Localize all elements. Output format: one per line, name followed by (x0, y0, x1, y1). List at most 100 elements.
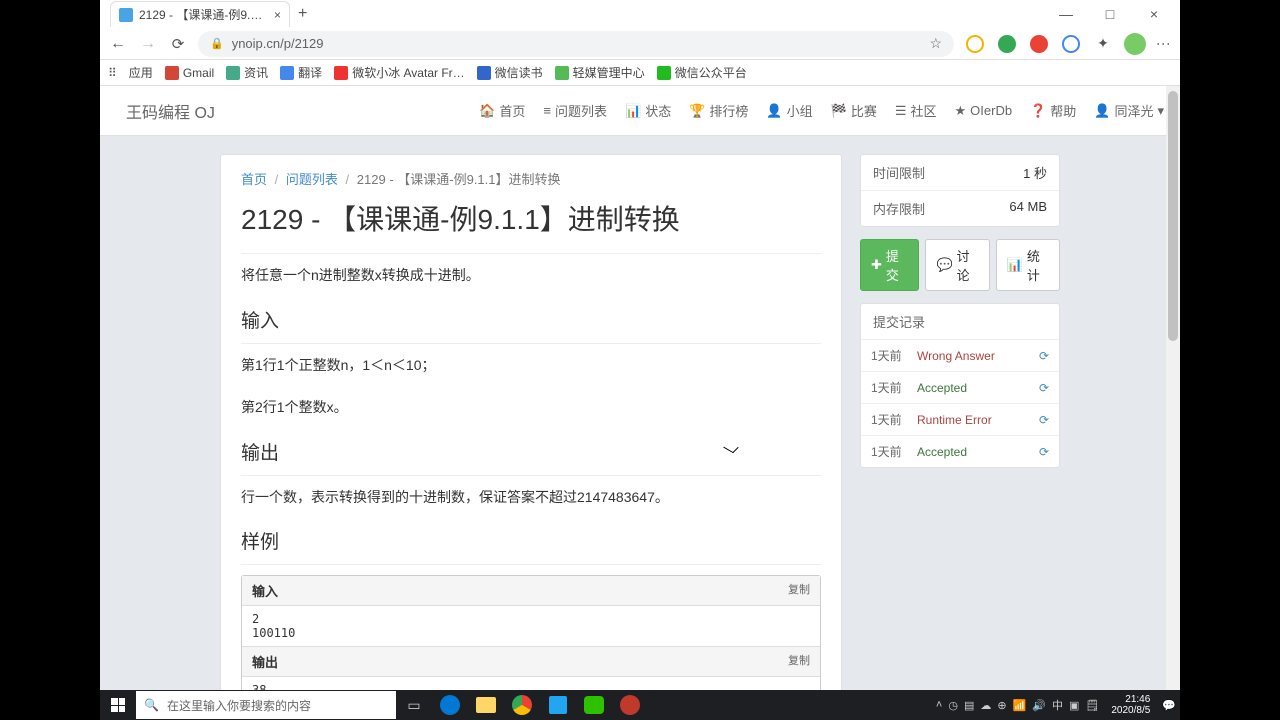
bookmark-item[interactable]: 资讯 (226, 64, 268, 81)
submission-row[interactable]: 1天前 Accepted ⟳ (861, 372, 1059, 404)
tray-icon[interactable]: ☁ (980, 699, 991, 712)
copy-input-button[interactable]: 复制 (788, 581, 810, 600)
refresh-icon[interactable]: ⟳ (1039, 381, 1049, 395)
bookmark-item[interactable]: 应用 (129, 64, 153, 81)
tab-title: 2129 - 【课课通-例9.1.1】进制… (139, 6, 266, 23)
apps-icon[interactable]: ⠿ (108, 66, 117, 80)
taskbar-clock[interactable]: 21:46 2020/8/5 (1105, 694, 1156, 716)
taskbar-vscode-icon[interactable] (540, 690, 576, 720)
breadcrumb-current: 2129 - 【课课通-例9.1.1】进制转换 (357, 172, 561, 187)
tray-icon[interactable]: ▣ (1069, 699, 1079, 712)
extension-icon-1[interactable] (964, 33, 986, 55)
tray-wifi-icon[interactable]: 📶 (1013, 699, 1027, 712)
bookmark-star-icon[interactable]: ☆ (929, 35, 942, 52)
taskbar-search[interactable]: 🔍在这里输入你要搜索的内容 (136, 691, 396, 719)
nav-problems[interactable]: ≡ 问题列表 (543, 101, 607, 120)
bookmark-item[interactable]: 微信公众平台 (657, 64, 747, 81)
reload-button[interactable]: ⟳ (168, 35, 188, 53)
bookmark-item[interactable]: 轻媒管理中心 (555, 64, 645, 81)
profile-avatar[interactable] (1124, 33, 1146, 55)
input-text-1: 第1行1个正整数n，1＜n＜10； (241, 354, 821, 378)
window-maximize-button[interactable]: □ (1088, 6, 1132, 22)
page-viewport: 王码编程 OJ 🏠 首页 ≡ 问题列表 📊 状态 🏆 排行榜 👤 小组 🏁 比赛… (100, 86, 1180, 720)
submission-row[interactable]: 1天前Runtime Error⟳ (861, 404, 1059, 436)
tray-icon[interactable]: ▤ (964, 699, 974, 712)
tab-favicon (119, 8, 133, 22)
stats-button[interactable]: 📊 统计 (996, 239, 1060, 291)
task-view-icon[interactable]: ▭ (396, 690, 432, 720)
nav-rank[interactable]: 🏆 排行榜 (689, 101, 748, 120)
sample-output-label: 输出 (252, 652, 278, 671)
refresh-icon[interactable]: ⟳ (1039, 413, 1049, 427)
extension-icon-2[interactable] (996, 33, 1018, 55)
bookmark-item[interactable]: 微信读书 (477, 64, 543, 81)
tray-notifications-icon[interactable]: 💬 (1162, 699, 1176, 712)
nav-user[interactable]: 👤 同泽光 ▾ (1094, 101, 1164, 120)
submission-status: Accepted (917, 381, 1031, 395)
tray-up-icon[interactable]: ˄ (936, 699, 942, 711)
side-panel: 时间限制1 秒 内存限制64 MB ✚ 提交 💬 讨论 📊 统计 提交记录 1天… (860, 154, 1060, 720)
start-button[interactable] (100, 690, 136, 720)
taskbar-wechat-icon[interactable] (576, 690, 612, 720)
taskbar-app-icon[interactable] (612, 690, 648, 720)
limit-time-label: 时间限制 (873, 163, 1023, 182)
submit-button[interactable]: ✚ 提交 (860, 239, 919, 291)
nav-status[interactable]: 📊 状态 (625, 101, 671, 120)
refresh-icon[interactable]: ⟳ (1039, 445, 1049, 459)
system-tray: ˄ ◷ ▤ ☁ ⊕ 📶 🔊 中 ▣ 🗒 21:46 2020/8/5 💬 (936, 694, 1180, 716)
scroll-thumb[interactable] (1168, 91, 1178, 341)
nav-home[interactable]: 🏠 首页 (479, 101, 525, 120)
output-text: 行一个数，表示转换得到的十进制数，保证答案不超过2147483647。 (241, 486, 821, 510)
bookmark-item[interactable]: 翻译 (280, 64, 322, 81)
forward-button[interactable]: → (138, 35, 158, 53)
breadcrumb-home[interactable]: 首页 (241, 172, 267, 187)
taskbar-explorer-icon[interactable] (468, 690, 504, 720)
taskbar-edge-icon[interactable] (432, 690, 468, 720)
nav-community[interactable]: ☰ 社区 (895, 101, 937, 120)
breadcrumb-list[interactable]: 问题列表 (286, 172, 338, 187)
mouse-cursor (727, 442, 737, 456)
extensions-puzzle-icon[interactable]: ✦ (1092, 33, 1114, 55)
submission-time: 1天前 (871, 443, 909, 460)
discuss-button[interactable]: 💬 讨论 (925, 239, 989, 291)
nav-oierdb[interactable]: ★ OIerDb (955, 101, 1013, 120)
lock-icon: 🔒 (210, 37, 224, 50)
submission-time: 1天前 (871, 379, 909, 396)
problem-description: 将任意一个n进制整数x转换成十进制。 (241, 264, 821, 288)
windows-taskbar: 🔍在这里输入你要搜索的内容 ▭ ˄ ◷ ▤ ☁ ⊕ 📶 🔊 中 ▣ 🗒 21:4… (100, 690, 1180, 720)
tray-icon[interactable]: ⊕ (997, 699, 1006, 712)
window-minimize-button[interactable]: — (1044, 6, 1088, 22)
submission-row[interactable]: 1天前 Accepted ⟳ (861, 436, 1059, 467)
submission-status: Runtime Error (917, 413, 1031, 427)
tray-icon[interactable]: ◷ (948, 699, 958, 712)
bookmark-item[interactable]: 微软小冰 Avatar Fr… (334, 64, 464, 81)
nav-group[interactable]: 👤 小组 (766, 101, 812, 120)
extension-icon-3[interactable] (1028, 33, 1050, 55)
tray-icon[interactable]: 🗒 (1085, 699, 1099, 712)
submission-status: Accepted (917, 445, 1031, 459)
window-close-button[interactable]: × (1132, 6, 1176, 22)
problem-title: 2129 - 【课课通-例9.1.1】进制转换 (241, 200, 821, 239)
breadcrumb: 首页 / 问题列表 / 2129 - 【课课通-例9.1.1】进制转换 (241, 169, 821, 188)
nav-contest[interactable]: 🏁 比赛 (831, 101, 877, 120)
refresh-icon[interactable]: ⟳ (1039, 349, 1049, 363)
tray-volume-icon[interactable]: 🔊 (1032, 699, 1046, 712)
back-button[interactable]: ← (108, 35, 128, 53)
sample-box: 输入复制 2 100110 输出复制 38 (241, 575, 821, 704)
chrome-menu-icon[interactable]: ⋮ (1156, 37, 1172, 51)
submission-row[interactable]: 1天前Wrong Answer⟳ (861, 340, 1059, 372)
nav-help[interactable]: ❓ 帮助 (1030, 101, 1076, 120)
submission-time: 1天前 (871, 347, 909, 364)
extension-icon-4[interactable] (1060, 33, 1082, 55)
browser-tab[interactable]: 2129 - 【课课通-例9.1.1】进制… × (110, 1, 290, 27)
copy-output-button[interactable]: 复制 (788, 652, 810, 671)
scrollbar[interactable] (1166, 86, 1180, 720)
site-brand[interactable]: 王码编程 OJ (126, 99, 215, 123)
tab-close-icon[interactable]: × (274, 8, 281, 22)
new-tab-button[interactable]: + (298, 5, 307, 23)
url-input[interactable]: 🔒 ynoip.cn/p/2129 ☆ (198, 31, 954, 57)
bookmark-item[interactable]: Gmail (165, 66, 214, 80)
limits-table: 时间限制1 秒 内存限制64 MB (860, 154, 1060, 227)
taskbar-chrome-icon[interactable] (504, 690, 540, 720)
tray-ime-icon[interactable]: 中 (1052, 697, 1063, 713)
